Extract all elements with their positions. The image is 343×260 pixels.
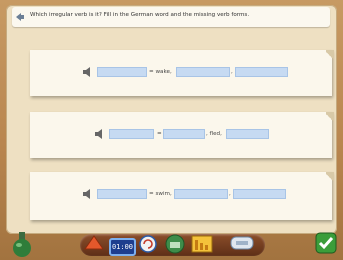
german-word-input[interactable]	[109, 129, 154, 139]
exercise-card-1: = wake, ,	[30, 50, 334, 96]
speaker-icon[interactable]	[82, 67, 94, 77]
separator: ,	[229, 191, 231, 197]
help-icon[interactable]	[165, 234, 185, 254]
statistics-icon[interactable]	[191, 234, 213, 254]
equals-sign: =	[157, 131, 162, 137]
given-form: = wake,	[149, 69, 172, 75]
given-form: , fled,	[206, 131, 222, 137]
verb-form-input-2[interactable]	[176, 67, 230, 77]
question-bar: Which irregular verb is it? Fill in the …	[12, 7, 330, 27]
exercise-card-3: = swim, ,	[30, 172, 334, 220]
speaker-icon[interactable]	[82, 189, 94, 199]
verb-form-input-3[interactable]	[235, 67, 288, 77]
timer-display: 01:00	[109, 238, 136, 256]
exercise-card-2: = , fled,	[30, 112, 334, 158]
speaker-icon[interactable]	[94, 129, 106, 139]
red-arrow-icon[interactable]	[84, 235, 104, 253]
replay-icon[interactable]	[139, 235, 157, 253]
confirm-check-button[interactable]	[315, 232, 337, 254]
verb-form-input-3[interactable]	[233, 189, 286, 199]
separator: ,	[231, 69, 233, 75]
verb-form-input-2[interactable]	[174, 189, 228, 199]
verb-form-input-1[interactable]	[163, 129, 205, 139]
question-text: Which irregular verb is it? Fill in the …	[30, 12, 250, 18]
keyboard-icon[interactable]	[230, 236, 254, 250]
bottom-toolbar	[0, 226, 343, 260]
verb-form-input-3[interactable]	[226, 129, 269, 139]
given-form: = swim,	[149, 191, 172, 197]
back-arrow-icon[interactable]	[14, 11, 26, 23]
german-word-input[interactable]	[97, 67, 147, 77]
german-word-input[interactable]	[97, 189, 147, 199]
potion-bottle-icon	[13, 232, 31, 257]
